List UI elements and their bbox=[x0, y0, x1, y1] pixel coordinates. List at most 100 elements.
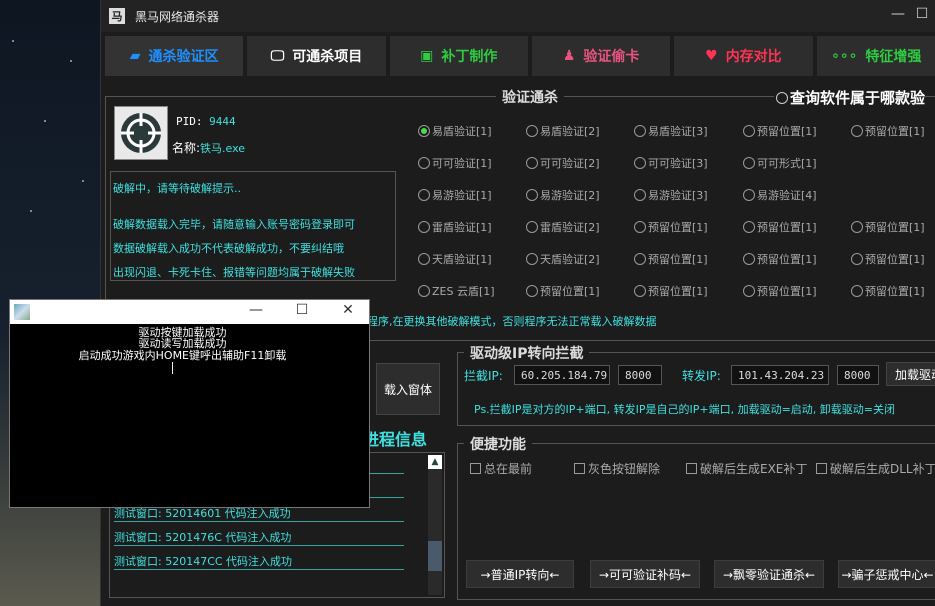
generate-exe-patch-checkbox[interactable]: 破解后生成EXE补丁 bbox=[686, 460, 807, 477]
verify-mode-radio[interactable]: 天盾验证[1] bbox=[418, 251, 492, 267]
console-title-bar: — ☐ ✕ bbox=[10, 300, 369, 324]
crack-log: 破解中，请等待破解提示.. 破解数据载入完毕，请随意输入账号密码登录即可 数据破… bbox=[110, 171, 396, 281]
minimize-icon[interactable]: — bbox=[246, 302, 266, 318]
radio-label: 雷盾验证[2] bbox=[540, 221, 600, 234]
radio-circle bbox=[743, 125, 755, 137]
normal-ip-redirect-button[interactable]: →普通IP转向← bbox=[466, 560, 574, 588]
verify-mode-radio[interactable]: 可可验证[3] bbox=[634, 155, 708, 171]
tab-feature-boost[interactable]: ∘∘∘ 特征增强 bbox=[816, 36, 935, 76]
tab-verify-area[interactable]: ▰ 通杀验证区 bbox=[105, 36, 244, 76]
tab-bar: ▰ 通杀验证区 🖵 可通杀项目 ▣ 补丁制作 ♟ 验证偷卡 ♥ 内存对比 ∘∘∘… bbox=[105, 36, 935, 76]
radio-label: 易游验证[3] bbox=[648, 189, 708, 202]
scroll-up-icon[interactable]: ▲ bbox=[428, 455, 442, 469]
verify-mode-radio[interactable]: 预留位置[1] bbox=[634, 283, 708, 299]
forward-port-input[interactable]: 8000 bbox=[837, 365, 879, 385]
pid-value: 9444 bbox=[209, 115, 236, 128]
checkbox-label: 破解后生成EXE补丁 bbox=[700, 462, 808, 476]
radio-circle bbox=[526, 221, 538, 233]
verify-mode-radio[interactable]: 可可验证[1] bbox=[418, 155, 492, 171]
tab-label: 验证偷卡 bbox=[583, 49, 640, 65]
piaoling-verify-button[interactable]: →飘零验证通杀← bbox=[714, 560, 824, 588]
list-divider bbox=[114, 545, 404, 546]
checkbox-label: 总在最前 bbox=[484, 462, 533, 476]
radio-label: 天盾验证[1] bbox=[432, 253, 492, 266]
log-line: 出现闪退、卡死卡住、报错等问题均属于破解失败 bbox=[113, 266, 355, 279]
radio-label: 易盾验证[1] bbox=[432, 125, 492, 138]
quick-functions-panel: 便捷功能 总在最前 灰色按钮解除 破解后生成EXE补丁 破解后生成DLL补丁 →… bbox=[457, 434, 935, 600]
radio-circle bbox=[851, 125, 863, 137]
tab-label: 通杀验证区 bbox=[148, 49, 219, 65]
list-divider bbox=[114, 521, 404, 522]
verify-mode-radio[interactable]: 预留位置[1] bbox=[634, 251, 708, 267]
unlock-gray-buttons-checkbox[interactable]: 灰色按钮解除 bbox=[574, 460, 660, 477]
minimize-icon[interactable]: — bbox=[887, 6, 909, 22]
scroll-thumb[interactable] bbox=[428, 541, 442, 571]
verify-mode-radio[interactable]: 预留位置[1] bbox=[743, 123, 817, 139]
intercept-ip-input[interactable]: 60.205.184.79 bbox=[514, 365, 610, 385]
checkbox-label: 灰色按钮解除 bbox=[588, 462, 661, 476]
verify-mode-radio[interactable]: 易盾验证[1] bbox=[418, 123, 492, 139]
verify-mode-radio[interactable]: 预留位置[1] bbox=[743, 283, 817, 299]
radio-label: ZES 云盾[1] bbox=[432, 285, 495, 298]
verify-mode-radio[interactable]: ZES 云盾[1] bbox=[418, 283, 495, 299]
verify-mode-radio[interactable]: 预留位置[1] bbox=[526, 283, 600, 299]
verify-mode-radio[interactable]: 易游验证[4] bbox=[743, 187, 817, 203]
ip-note: Ps.拦截IP是对方的IP+端口, 转发IP是自己的IP+端口, 加载驱动=启动… bbox=[474, 403, 896, 416]
radio-label: 易游验证[2] bbox=[540, 189, 600, 202]
maximize-icon[interactable]: ☐ bbox=[292, 302, 312, 318]
verify-mode-radio[interactable]: 雷盾验证[1] bbox=[418, 219, 492, 235]
always-on-top-checkbox[interactable]: 总在最前 bbox=[470, 460, 532, 477]
scrollbar[interactable]: ▲ bbox=[428, 455, 442, 595]
radio-label: 易盾验证[3] bbox=[648, 125, 708, 138]
radio-circle bbox=[526, 189, 538, 201]
console-line: 启动成功游戏内HOME键呼出辅助F11卸载 bbox=[78, 349, 287, 362]
tab-memory-compare[interactable]: ♥ 内存对比 bbox=[674, 36, 813, 76]
verify-mode-radio[interactable]: 易游验证[3] bbox=[634, 187, 708, 203]
keke-verify-button[interactable]: →可可验证补码← bbox=[590, 560, 700, 588]
radio-label: 预留位置[1] bbox=[648, 253, 708, 266]
radio-label: 易游验证[1] bbox=[432, 189, 492, 202]
radio-label: 预留位置[1] bbox=[648, 285, 708, 298]
maximize-icon[interactable]: ☐ bbox=[911, 6, 933, 22]
tab-label: 特征增强 bbox=[865, 49, 922, 65]
verify-mode-radio[interactable]: 易盾验证[3] bbox=[634, 123, 708, 139]
verify-mode-radio[interactable]: 预留位置[1] bbox=[743, 251, 817, 267]
verify-mode-radio[interactable]: 预留位置[1] bbox=[851, 219, 925, 235]
name-value: 铁马.exe bbox=[200, 142, 246, 155]
intercept-port-input[interactable]: 8000 bbox=[618, 365, 662, 385]
verify-mode-radio[interactable]: 天盾验证[2] bbox=[526, 251, 600, 267]
title-bar: 马 黑马网络通杀器 — ☐ bbox=[101, 0, 935, 32]
verify-mode-radio[interactable]: 预留位置[1] bbox=[634, 219, 708, 235]
verify-mode-radio[interactable]: 预留位置[1] bbox=[851, 123, 925, 139]
close-icon[interactable]: ✕ bbox=[338, 302, 358, 318]
radio-circle bbox=[634, 285, 646, 297]
load-window-button[interactable]: 载入窗体 bbox=[376, 363, 440, 415]
heart-icon: ♥ bbox=[705, 48, 718, 64]
radio-label: 预留位置[1] bbox=[757, 125, 817, 138]
folder-icon: ▰ bbox=[129, 48, 141, 64]
tab-patch[interactable]: ▣ 补丁制作 bbox=[389, 36, 528, 76]
radio-circle bbox=[526, 157, 538, 169]
tab-projects[interactable]: 🖵 可通杀项目 bbox=[247, 36, 386, 76]
tab-steal-card[interactable]: ♟ 验证偷卡 bbox=[531, 36, 671, 76]
chat-icon: ▣ bbox=[420, 48, 434, 64]
verify-mode-radio[interactable]: 易游验证[1] bbox=[418, 187, 492, 203]
load-driver-button[interactable]: 加载驱动 bbox=[886, 362, 935, 386]
target-crosshair-icon bbox=[114, 106, 168, 160]
verify-mode-radio[interactable]: 易游验证[2] bbox=[526, 187, 600, 203]
generate-dll-patch-checkbox[interactable]: 破解后生成DLL补丁 bbox=[816, 460, 935, 477]
radio-circle bbox=[634, 125, 646, 137]
console-app-icon bbox=[14, 304, 30, 320]
verify-mode-radio[interactable]: 预留位置[1] bbox=[851, 251, 925, 267]
users-icon: ♟ bbox=[562, 48, 576, 64]
verify-mode-radio[interactable]: 可可验证[2] bbox=[526, 155, 600, 171]
scammer-center-button[interactable]: →骗子惩戒中心← bbox=[838, 560, 935, 588]
verify-mode-radio[interactable]: 预留位置[1] bbox=[851, 283, 925, 299]
forward-ip-input[interactable]: 101.43.204.23 bbox=[731, 365, 829, 385]
verify-mode-radio[interactable]: 易盾验证[2] bbox=[526, 123, 600, 139]
verify-mode-radio[interactable]: 预留位置[1] bbox=[743, 219, 817, 235]
query-software-radio[interactable]: 查询软件属于哪款验 bbox=[774, 87, 926, 108]
verify-mode-radio[interactable]: 雷盾验证[2] bbox=[526, 219, 600, 235]
pid-label: PID: bbox=[176, 115, 203, 128]
verify-mode-radio[interactable]: 可可形式[1] bbox=[743, 155, 817, 171]
